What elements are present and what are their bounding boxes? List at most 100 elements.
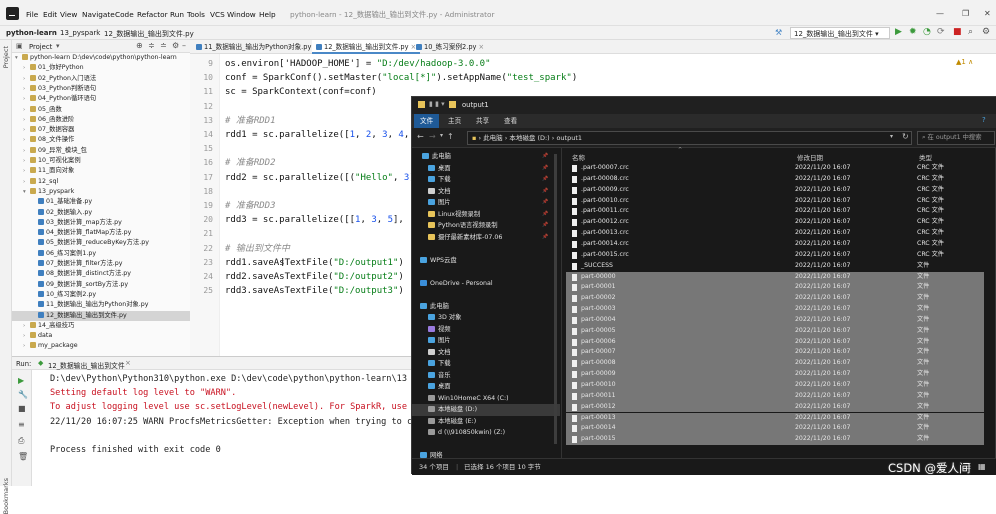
chevron-right-icon[interactable]: › [23,177,30,187]
menu-tools[interactable]: Tools [187,10,205,19]
file-row[interactable]: _SUCCESS 2022/11/20 16:07 文件 [566,261,984,272]
tree-item[interactable]: 08_数据计算_distinct方法.py [12,269,190,279]
menu-view[interactable]: View [60,10,77,19]
menu-help[interactable]: Help [259,10,276,19]
tree-item[interactable]: 06_练习案例1.py [12,249,190,259]
tree-item[interactable]: › 12_sql [12,177,190,187]
menu-edit[interactable]: Edit [43,10,57,19]
code-line[interactable]: # 准备RDD1 [225,114,276,128]
project-tool-button[interactable]: Project [2,46,10,68]
coverage-icon[interactable]: ◔ [923,27,931,37]
pin-icon[interactable]: 📌 [542,163,548,175]
file-row[interactable]: part-00006 2022/11/20 16:07 文件 [566,336,984,348]
nav-item[interactable]: 3D 对象 [412,312,560,324]
trash-icon[interactable]: 🗑 [18,452,28,461]
nav-scrollbar[interactable] [552,148,559,448]
file-row[interactable]: part-00005 2022/11/20 16:07 文件 [566,325,984,337]
nav-item[interactable]: Python语言视频录制 📌 [412,220,560,232]
ribbon-tab[interactable]: 主页 [442,114,467,128]
close-tab-icon[interactable]: × [476,43,485,51]
forward-arrow-icon[interactable]: → [429,132,436,141]
code-line[interactable]: rdd1 = sc.parallelize([1, 2, 3, 4, 5 [225,128,420,142]
expand-icon[interactable]: ≐ [160,41,167,50]
nav-item[interactable]: 桌面 📌 [412,163,560,175]
editor-tab[interactable]: 12_数据输出_输出到文件.py × [312,40,421,54]
tree-item[interactable]: › data [12,331,190,341]
nav-item[interactable]: 桌面 [412,381,560,393]
profile-icon[interactable]: ⟳ [937,27,945,37]
file-row[interactable]: part-00015 2022/11/20 16:07 文件 [566,434,984,446]
ribbon-tab[interactable]: 查看 [498,114,523,128]
file-row[interactable]: .part-00012.crc 2022/11/20 16:07 CRC 文件 [566,217,984,228]
menu-file[interactable]: File [26,10,38,19]
tree-item[interactable]: › 08_文件操作 [12,135,190,145]
code-line[interactable]: rdd2.saveAsTextFile("D:/output2") [225,270,404,284]
editor-tab[interactable]: 10_练习案例2.py × [412,40,488,54]
file-row[interactable]: .part-00010.crc 2022/11/20 16:07 CRC 文件 [566,196,984,207]
column-name[interactable]: 名称 [572,152,585,162]
chevron-right-icon[interactable]: › [23,341,30,351]
code-line[interactable]: os.environ['HADOOP_HOME'] = "D:/dev/hado… [225,57,491,71]
tree-item[interactable]: 10_练习案例2.py [12,290,190,300]
nav-item[interactable]: 下载 📌 [412,174,560,186]
chevron-right-icon[interactable]: › [23,94,30,104]
tree-item[interactable]: ▾ python-learn D:\dev\code\python\python-… [12,53,190,63]
address-crumb-folder[interactable]: output1 [556,134,582,142]
tree-item[interactable]: › my_package [12,341,190,351]
file-row[interactable]: part-00004 2022/11/20 16:07 文件 [566,314,984,326]
ribbon-tab[interactable]: 文件 [414,114,440,128]
code-line[interactable]: rdd3 = sc.parallelize([[1, 3, 5], [4 [225,213,420,227]
run-configuration-select[interactable]: 12_数据输出_输出到文件 ▾ [790,27,890,39]
tree-item[interactable]: › 11_面向对象 [12,166,190,176]
tree-item[interactable]: › 02_Python入门语法 [12,74,190,84]
nav-item[interactable]: 图片 [412,335,560,347]
tree-item[interactable]: 04_数据计算_flatMap方法.py [12,228,190,238]
file-row[interactable]: .part-00009.crc 2022/11/20 16:07 CRC 文件 [566,185,984,196]
chevron-right-icon[interactable]: › [23,146,30,156]
address-box[interactable]: ▪ › 此电脑 › 本地磁盘 (D:) › output1 [467,131,912,145]
hide-icon[interactable]: – [182,41,186,50]
breadcrumb-file[interactable]: 12_数据输出_输出到文件.py [104,29,194,39]
nav-item[interactable]: Linux视频录制 📌 [412,209,560,221]
stop-icon[interactable]: ■ [18,404,26,413]
bookmarks-tool-button[interactable]: Bookmarks [2,478,10,514]
file-row[interactable]: part-00012 2022/11/20 16:07 文件 [566,401,984,413]
maximize-icon[interactable]: ❐ [962,9,969,18]
column-date[interactable]: 修改日期 [797,152,823,162]
tree-item[interactable]: 11_数据输出_输出为Python对象.py [12,300,190,310]
nav-item[interactable]: 此电脑 📌 [412,151,560,163]
file-row[interactable]: part-00001 2022/11/20 16:07 文件 [566,282,984,294]
chevron-right-icon[interactable]: › [23,331,30,341]
nav-item[interactable]: OneDrive - Personal [412,278,560,290]
nav-item[interactable]: 音乐 [412,370,560,382]
chevron-down-icon[interactable]: ▾ [15,53,22,63]
chevron-right-icon[interactable]: › [23,63,30,73]
pin-icon[interactable]: 📌 [542,197,548,209]
address-dropdown-icon[interactable]: ▾ [890,133,893,140]
pin-icon[interactable]: 📌 [542,220,548,232]
chevron-right-icon[interactable]: › [23,84,30,94]
chevron-right-icon[interactable]: › [23,156,30,166]
code-line[interactable]: sc = SparkContext(conf=conf) [225,85,377,99]
search-input[interactable]: ⌕ 在 output1 中搜索 [917,131,995,145]
stop-icon[interactable]: ■ [953,27,962,37]
close-icon[interactable]: ✕ [984,9,991,18]
nav-item[interactable]: 本地磁盘 (E:) [412,416,560,428]
menu-run[interactable]: Run [170,10,184,19]
nav-item[interactable]: WPS云盘 [412,255,560,267]
chevron-right-icon[interactable]: › [23,74,30,84]
code-line[interactable]: rdd1.saveAsTextFile("D:/output1") [225,256,404,270]
back-arrow-icon[interactable]: ← [417,132,424,141]
pin-icon[interactable]: 📌 [542,209,548,221]
chevron-right-icon[interactable]: › [23,321,30,331]
chevron-right-icon[interactable]: › [23,135,30,145]
print-icon[interactable]: ⎙ [18,436,24,446]
file-row[interactable]: part-00010 2022/11/20 16:07 文件 [566,380,984,391]
file-row[interactable]: part-00009 2022/11/20 16:07 文件 [566,369,984,380]
chevron-right-icon[interactable]: › [23,105,30,115]
project-panel-title[interactable]: Project [29,43,52,51]
file-row[interactable]: part-00003 2022/11/20 16:07 文件 [566,304,984,315]
code-line[interactable]: rdd2 = sc.parallelize([("Hello", 3), [225,171,420,185]
file-row[interactable]: .part-00013.crc 2022/11/20 16:07 CRC 文件 [566,228,984,239]
menu-vcs[interactable]: VCS [210,10,225,19]
